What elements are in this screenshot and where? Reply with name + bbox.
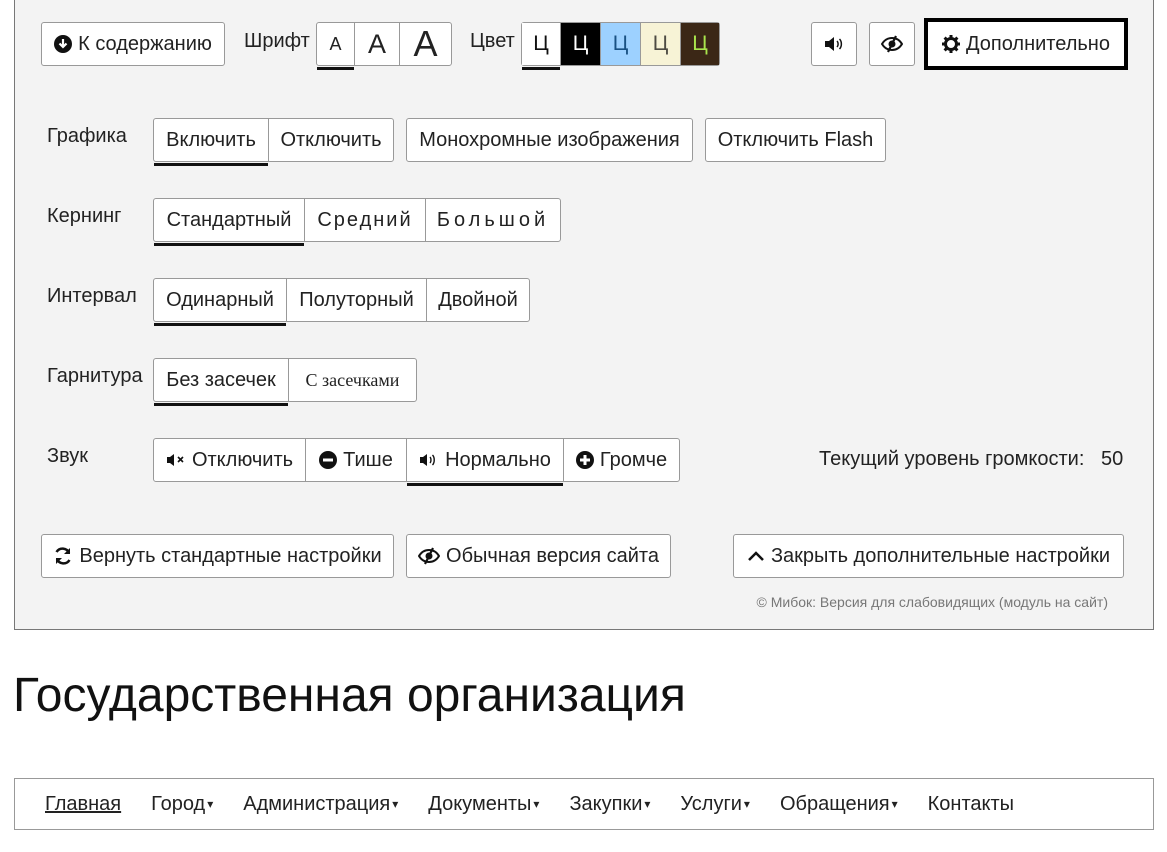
gear-icon: [942, 35, 961, 53]
normal-site-button[interactable]: Обычная версия сайта: [406, 534, 671, 578]
refresh-icon: [53, 546, 73, 566]
nav-item-7[interactable]: Контакты: [928, 793, 1014, 816]
kerning-medium-button[interactable]: Средний: [304, 199, 425, 241]
graphics-off-button[interactable]: Отключить: [268, 119, 393, 161]
plus-circle-icon: [575, 451, 594, 469]
color-beige-button[interactable]: Ц: [640, 23, 680, 65]
nav-item-5[interactable]: Услуги: [680, 793, 750, 816]
minus-circle-icon: [319, 451, 338, 469]
volume-level-value: 50: [1101, 448, 1124, 470]
interval-label: Интервал: [47, 285, 137, 307]
eye-slash-icon: [880, 35, 904, 53]
typeface-sans-button[interactable]: Без засечек: [154, 359, 288, 406]
copyright-text: © Мибок: Версия для слабовидящих (модуль…: [756, 594, 1108, 610]
sound-normal-button[interactable]: Нормально: [406, 439, 563, 486]
font-label: Шрифт: [244, 30, 310, 52]
kerning-label: Кернинг: [47, 205, 122, 227]
sound-louder-button[interactable]: Громче: [563, 439, 679, 481]
volume-icon: [419, 453, 439, 467]
close-more-settings-button[interactable]: Закрыть дополнительные настройки: [733, 534, 1124, 578]
font-size-group: A A A: [316, 22, 452, 70]
typeface-group: Без засечек С засечками: [153, 358, 417, 406]
color-brown-button[interactable]: Ц: [680, 23, 719, 65]
typeface-serif-button[interactable]: С засечками: [288, 359, 416, 401]
nav-item-0[interactable]: Главная: [45, 793, 121, 816]
normal-version-toggle-button[interactable]: [869, 22, 915, 66]
nav-item-2[interactable]: Администрация: [243, 793, 398, 816]
graphics-toggle-group: Включить Отключить: [153, 118, 394, 166]
kerning-group: Стандартный Средний Большой: [153, 198, 561, 246]
chevron-up-icon: [747, 550, 765, 562]
color-scheme-group: ЦЦЦЦЦ: [521, 22, 720, 70]
monochrome-images-button[interactable]: Монохромные изображения: [406, 118, 693, 162]
nav-item-4[interactable]: Закупки: [569, 793, 650, 816]
to-content-button[interactable]: К содержанию: [41, 22, 225, 66]
interval-group: Одинарный Полуторный Двойной: [153, 278, 530, 326]
more-settings-button[interactable]: Дополнительно: [924, 18, 1128, 70]
nav-item-6[interactable]: Обращения: [780, 793, 898, 816]
kerning-standard-button[interactable]: Стандартный: [154, 199, 304, 246]
speaker-icon: [824, 36, 844, 52]
graphics-on-button[interactable]: Включить: [154, 119, 268, 166]
sound-group: Отключить Тише Нормально Громче: [153, 438, 680, 486]
nav-item-1[interactable]: Город: [151, 793, 213, 816]
sound-label: Звук: [47, 445, 89, 467]
kerning-large-button[interactable]: Большой: [425, 199, 560, 241]
sound-off-button[interactable]: Отключить: [154, 439, 305, 481]
color-white-button[interactable]: Ц: [522, 23, 560, 70]
mute-icon: [166, 453, 186, 467]
typeface-label: Гарнитура: [47, 365, 143, 387]
to-content-label: К содержанию: [78, 32, 212, 55]
arrow-down-circle-icon: [54, 35, 73, 53]
eye-slash-icon: [418, 547, 441, 565]
font-small-button[interactable]: A: [317, 23, 354, 70]
more-settings-label: Дополнительно: [966, 32, 1110, 55]
font-medium-button[interactable]: A: [354, 23, 399, 65]
page-title: Государственная организация: [13, 669, 686, 722]
color-blue-button[interactable]: Ц: [600, 23, 640, 65]
graphics-label: Графика: [47, 125, 127, 147]
main-navigation: Главная Город Администрация Документы Закупк…: [14, 778, 1154, 830]
disable-flash-button[interactable]: Отключить Flash: [705, 118, 886, 162]
sound-quieter-button[interactable]: Тише: [305, 439, 406, 481]
color-label: Цвет: [470, 30, 515, 52]
interval-double-button[interactable]: Двойной: [426, 279, 529, 321]
interval-one-half-button[interactable]: Полуторный: [286, 279, 426, 321]
font-large-button[interactable]: A: [399, 23, 451, 65]
sound-toggle-button[interactable]: [811, 22, 857, 66]
nav-item-3[interactable]: Документы: [428, 793, 539, 816]
volume-level-label: Текущий уровень громкости:: [819, 448, 1085, 470]
interval-single-button[interactable]: Одинарный: [154, 279, 286, 326]
accessibility-panel: К содержанию Шрифт A A A Цвет ЦЦЦЦЦ Допо…: [14, 0, 1154, 630]
color-black-button[interactable]: Ц: [560, 23, 600, 65]
reset-settings-button[interactable]: Вернуть стандартные настройки: [41, 534, 394, 578]
